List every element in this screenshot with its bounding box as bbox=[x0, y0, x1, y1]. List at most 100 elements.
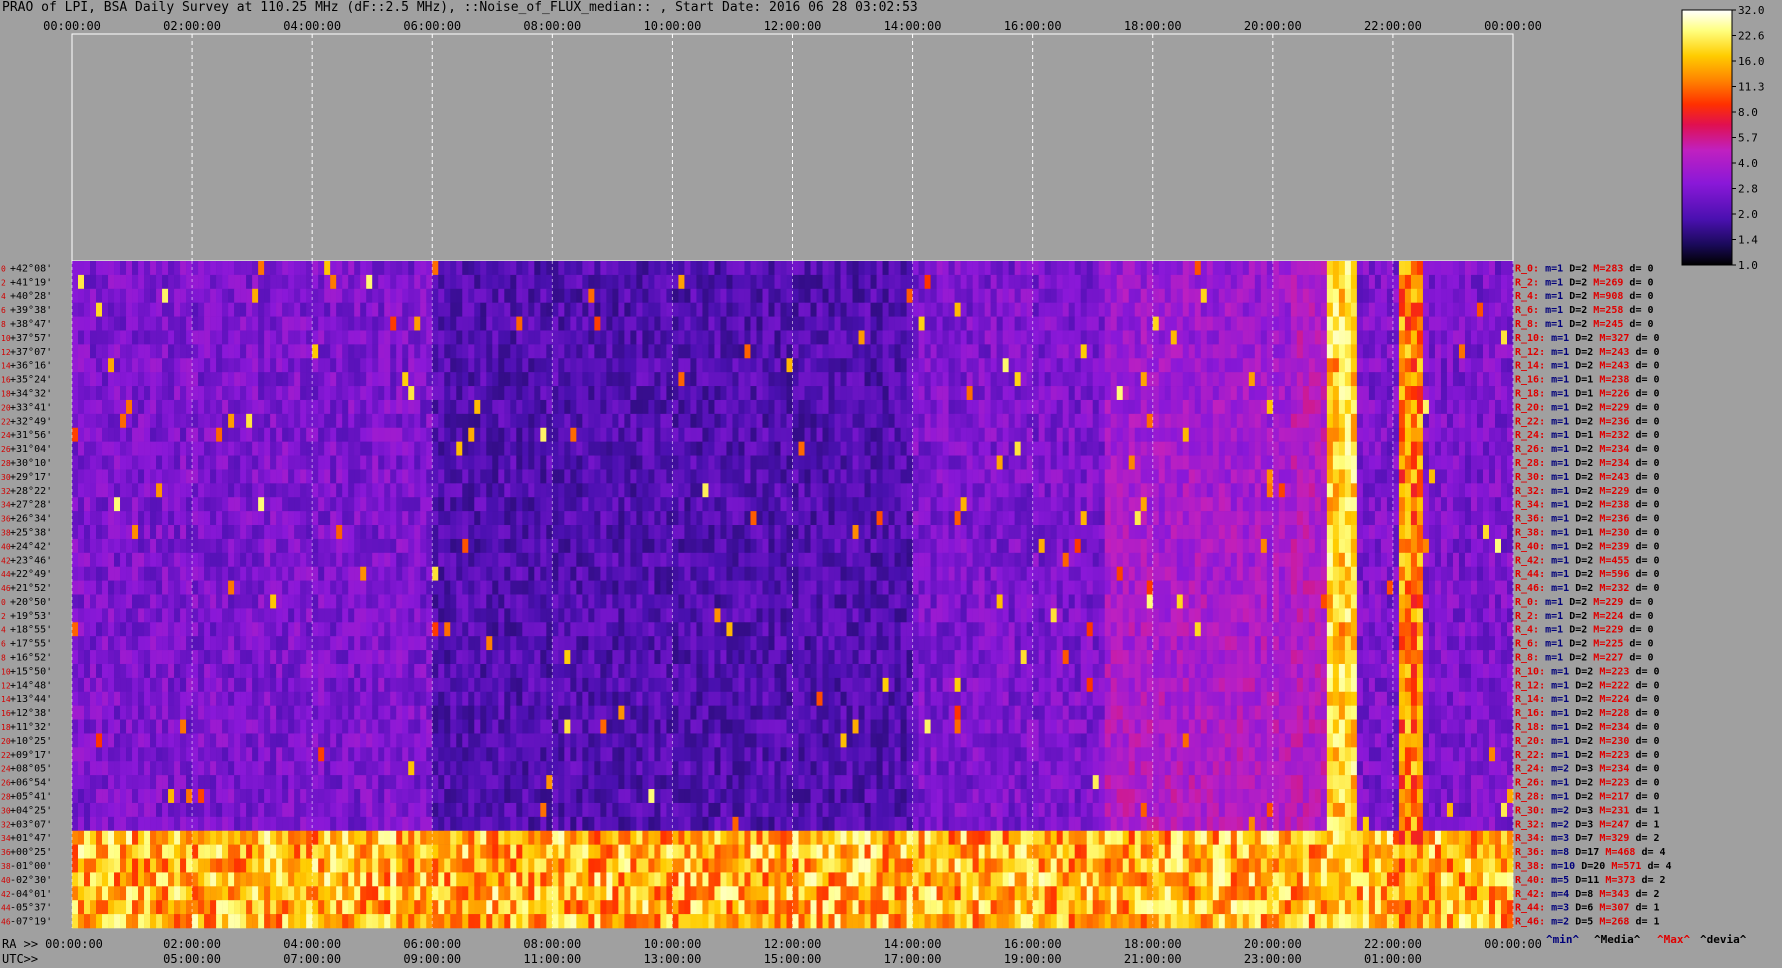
heatmap-cell bbox=[1074, 372, 1081, 387]
heatmap-cell bbox=[990, 386, 997, 401]
heatmap-cell bbox=[1254, 274, 1262, 290]
heatmap-cell bbox=[780, 538, 787, 554]
heatmap-cell bbox=[1044, 413, 1051, 429]
heatmap-cell bbox=[198, 469, 205, 484]
heatmap-cell bbox=[456, 302, 463, 317]
heatmap-cell bbox=[84, 497, 91, 512]
heatmap-cell bbox=[1248, 455, 1256, 470]
heatmap-cell bbox=[396, 274, 403, 290]
heatmap-cell bbox=[576, 316, 583, 331]
heatmap-cell bbox=[1254, 261, 1262, 276]
heatmap-cell bbox=[570, 344, 577, 359]
heatmap-cell bbox=[876, 261, 883, 276]
heatmap-cell bbox=[1116, 525, 1124, 540]
heatmap-cell bbox=[1176, 469, 1184, 484]
heatmap-cell bbox=[858, 358, 865, 373]
heatmap-cell bbox=[1266, 386, 1274, 401]
heatmap-cell bbox=[294, 316, 301, 331]
heatmap-cell bbox=[762, 288, 769, 303]
heatmap-cell bbox=[276, 372, 283, 387]
heatmap-cell bbox=[696, 455, 703, 470]
heatmap-cell bbox=[1212, 469, 1220, 484]
heatmap-cell bbox=[690, 525, 697, 540]
heatmap-cell bbox=[762, 399, 769, 415]
heatmap-cell bbox=[1350, 261, 1358, 276]
heatmap-cell bbox=[216, 441, 223, 456]
heatmap-cell bbox=[864, 525, 871, 540]
heatmap-cell bbox=[378, 302, 385, 317]
heatmap-cell bbox=[918, 538, 925, 554]
heatmap-cell bbox=[1176, 455, 1184, 470]
heatmap-cell bbox=[264, 427, 271, 442]
heatmap-cell bbox=[258, 330, 265, 345]
heatmap-cell bbox=[348, 358, 355, 373]
heatmap-cell bbox=[1302, 497, 1310, 512]
heatmap-cell bbox=[1026, 497, 1033, 512]
heatmap-cell bbox=[1410, 302, 1418, 317]
heatmap-cell bbox=[942, 497, 949, 512]
heatmap-cell bbox=[360, 288, 367, 303]
heatmap-cell bbox=[1428, 469, 1436, 484]
heatmap-cell bbox=[306, 344, 313, 359]
heatmap-cell bbox=[1446, 413, 1454, 429]
heatmap-cell bbox=[1344, 288, 1352, 303]
heatmap-cell bbox=[792, 441, 799, 456]
heatmap-cell bbox=[378, 469, 385, 484]
heatmap-cell bbox=[702, 288, 709, 303]
heatmap-cell bbox=[684, 413, 691, 429]
heatmap-cell bbox=[396, 427, 403, 442]
heatmap-cell bbox=[294, 525, 301, 540]
heatmap-cell bbox=[1410, 483, 1418, 498]
heatmap-cell bbox=[816, 441, 823, 456]
heatmap-cell bbox=[180, 316, 187, 331]
heatmap-cell bbox=[444, 386, 451, 401]
heatmap-cell bbox=[588, 511, 595, 526]
heatmap-cell bbox=[888, 274, 895, 290]
heatmap-cell bbox=[324, 399, 331, 415]
heatmap-cell bbox=[1278, 441, 1286, 456]
heatmap-cell bbox=[1440, 525, 1448, 540]
heatmap-cell bbox=[528, 413, 535, 429]
heatmap-cell bbox=[552, 399, 559, 415]
heatmap-cell bbox=[672, 302, 679, 317]
heatmap-cell bbox=[876, 274, 883, 290]
heatmap-cell bbox=[1176, 330, 1184, 345]
heatmap-cell bbox=[588, 399, 595, 415]
heatmap-cell bbox=[186, 538, 193, 554]
heatmap-cell bbox=[1404, 455, 1412, 470]
heatmap-cell bbox=[1284, 497, 1292, 512]
heatmap-cell bbox=[234, 274, 241, 290]
heatmap-cell bbox=[1338, 261, 1346, 276]
heatmap-cell bbox=[1242, 344, 1250, 359]
heatmap-cell bbox=[1008, 413, 1015, 429]
heatmap-cell bbox=[162, 441, 169, 456]
heatmap-cell bbox=[1428, 483, 1436, 498]
heatmap-cell bbox=[102, 399, 109, 415]
heatmap-cell bbox=[546, 261, 553, 276]
heatmap-cell bbox=[78, 372, 85, 387]
heatmap-cell bbox=[1440, 497, 1448, 512]
heatmap-cell bbox=[414, 469, 421, 484]
heatmap-cell bbox=[810, 538, 817, 554]
heatmap-cell bbox=[498, 344, 505, 359]
heatmap-cell bbox=[822, 441, 829, 456]
heatmap-cell bbox=[912, 316, 919, 331]
heatmap-cell bbox=[132, 441, 139, 456]
heatmap-cell bbox=[1062, 372, 1069, 387]
heatmap-cell bbox=[558, 525, 565, 540]
heatmap-cell bbox=[1206, 386, 1214, 401]
heatmap-cell bbox=[486, 497, 493, 512]
heatmap-cell bbox=[132, 511, 139, 526]
heatmap-cell bbox=[1146, 455, 1154, 470]
heatmap-cell bbox=[810, 497, 817, 512]
heatmap-cell bbox=[768, 316, 775, 331]
heatmap-cell bbox=[606, 455, 613, 470]
heatmap-cell bbox=[756, 386, 763, 401]
heatmap-cell bbox=[714, 274, 721, 290]
heatmap-cell bbox=[396, 441, 403, 456]
heatmap-cell bbox=[210, 497, 217, 512]
heatmap-cell bbox=[732, 274, 739, 290]
heatmap-cell bbox=[240, 511, 247, 526]
heatmap-cell bbox=[192, 441, 199, 456]
heatmap-cell bbox=[258, 427, 265, 442]
